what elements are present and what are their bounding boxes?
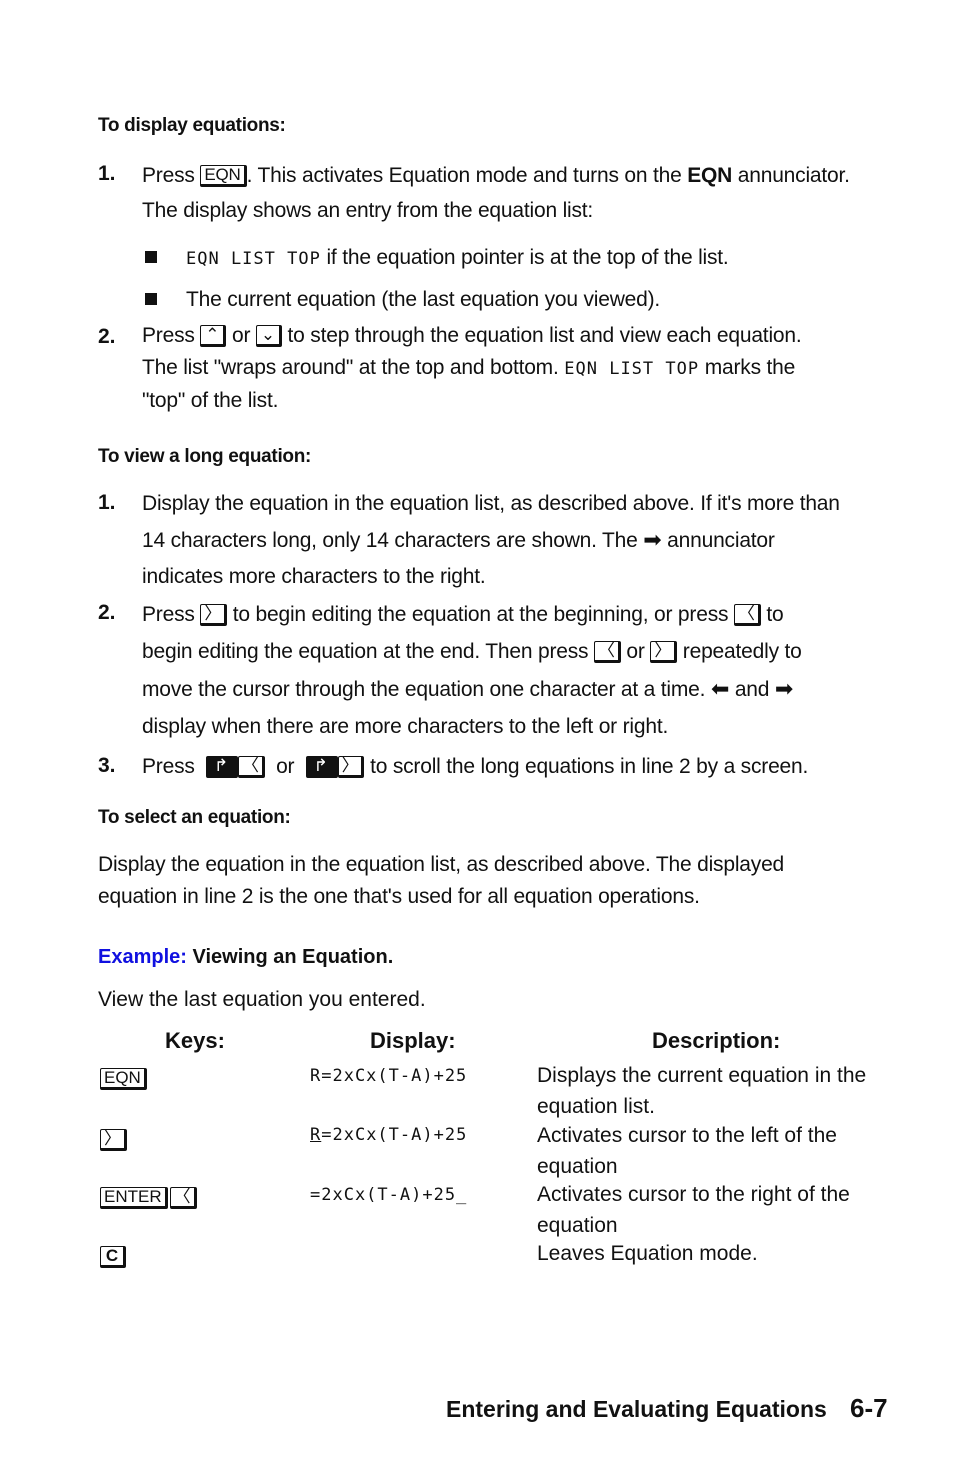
bullet-item: The current equation (the last equation … <box>186 282 946 317</box>
cursor-char: R <box>310 1125 322 1145</box>
description: Activates cursor to the left of the equa… <box>537 1124 837 1178</box>
text: marks the <box>704 356 796 379</box>
text: "top" of the list. <box>142 389 279 412</box>
long-step2: Press 〉 to begin editing the equation at… <box>142 596 902 745</box>
text: Press <box>142 603 195 626</box>
text: move the cursor through the equation one… <box>142 678 706 701</box>
left-arrow-key: 〈 <box>237 756 265 778</box>
section-heading-long: To view a long equation: <box>98 446 312 467</box>
text: if the equation pointer is at the top of… <box>326 246 729 269</box>
bullet-icon <box>145 251 157 263</box>
text: or <box>626 640 645 663</box>
step-number: 1. <box>98 162 116 185</box>
up-arrow-key: ⌃ <box>200 325 227 347</box>
bullet-item: EQN LIST TOP if the equation pointer is … <box>186 240 946 277</box>
step-number: 2. <box>98 325 116 348</box>
step-number: 1. <box>98 491 116 514</box>
shift-key: ↱ <box>305 756 338 778</box>
left-arrow-key: 〈 <box>733 604 761 626</box>
section-heading-select: To select an equation: <box>98 807 291 828</box>
display-step2: Press ⌃ or ⌄ to step through the equatio… <box>142 320 902 417</box>
text: The list "wraps around" at the top and b… <box>142 356 559 379</box>
lcd-text: EQN LIST TOP <box>186 249 321 269</box>
text: to scroll the long equations in line 2 b… <box>370 755 809 778</box>
right-arrow-key: 〉 <box>200 604 228 626</box>
text: 14 characters long, only 14 characters a… <box>142 529 638 552</box>
right-arrow-annunciator-icon: ➡ <box>774 676 794 701</box>
text: to <box>766 603 784 626</box>
text: annunciator. <box>737 164 850 187</box>
right-arrow-key: 〉 <box>100 1129 127 1151</box>
text: to begin editing the equation at the beg… <box>232 603 729 626</box>
example-intro: View the last equation you entered. <box>98 988 426 1011</box>
text: equation in line 2 is the one that's use… <box>98 885 700 908</box>
bullet-icon <box>145 293 157 305</box>
eqn-annunciator: EQN <box>687 164 733 187</box>
text: Display the equation in the equation lis… <box>142 492 840 515</box>
text: annunciator <box>667 529 775 552</box>
select-paragraph: Display the equation in the equation lis… <box>98 849 858 913</box>
text: display when there are more characters t… <box>142 715 669 738</box>
example-label: Example: <box>98 946 187 968</box>
lcd-text: EQN LIST TOP <box>564 359 700 379</box>
enter-key: ENTER <box>100 1187 168 1209</box>
text: and <box>734 678 770 701</box>
footer-chapter-title: Entering and Evaluating Equations <box>446 1396 827 1422</box>
left-arrow-key: 〈 <box>169 1187 197 1209</box>
display-value: =2xCx(T-A)+25_ <box>310 1185 468 1205</box>
display-value: R=2xCx(T-A)+25 <box>310 1066 468 1086</box>
text: The display shows an entry from the equa… <box>142 199 594 222</box>
step-number: 2. <box>98 601 116 624</box>
text: Press <box>142 755 195 778</box>
long-step1: Display the equation in the equation lis… <box>142 486 902 595</box>
clear-key: C <box>100 1246 126 1268</box>
column-header-description: Description: <box>652 1028 781 1053</box>
eqn-key: EQN <box>200 165 247 187</box>
text: Press <box>142 324 195 347</box>
right-arrow-key: 〉 <box>337 756 365 778</box>
section-heading-display: To display equations: <box>98 115 286 136</box>
page-number: 6-7 <box>850 1393 888 1423</box>
right-arrow-annunciator-icon: ➡ <box>643 527 662 552</box>
shift-key: ↱ <box>205 756 238 778</box>
description: Leaves Equation mode. <box>537 1242 758 1265</box>
description: Displays the current equation in the equ… <box>537 1064 867 1118</box>
text: =2xCx(T-A)+25 <box>321 1125 468 1145</box>
text: Press <box>142 164 195 187</box>
step-number: 3. <box>98 754 116 777</box>
left-arrow-annunciator-icon: ⬅ <box>710 676 730 701</box>
description: Activates cursor to the right of the equ… <box>537 1183 850 1237</box>
example-heading: Example: Viewing an Equation. <box>98 946 393 969</box>
text: or <box>276 755 295 778</box>
text: indicates more characters to the right. <box>142 565 486 588</box>
text: to step through the equation list and vi… <box>287 324 802 347</box>
text: begin editing the equation at the end. T… <box>142 640 589 663</box>
text: The current equation (the last equation … <box>186 288 661 311</box>
text: . This activates Equation mode and turns… <box>246 164 682 187</box>
display-value: R=2xCx(T-A)+25 <box>310 1125 467 1145</box>
long-step3: Press ↱ 〈 or ↱ 〉 to scroll the long equati… <box>142 749 902 784</box>
example-title: Viewing an Equation. <box>192 946 394 968</box>
column-header-keys: Keys: <box>165 1028 225 1053</box>
eqn-key: EQN <box>100 1068 147 1090</box>
display-step1: Press EQN. This activates Equation mode … <box>142 158 902 228</box>
text: or <box>231 324 251 347</box>
right-arrow-key: 〉 <box>650 641 678 663</box>
down-arrow-key: ⌄ <box>255 325 282 347</box>
text: repeatedly to <box>682 640 802 663</box>
left-arrow-key: 〈 <box>593 641 621 663</box>
text: Display the equation in the equation lis… <box>98 853 785 876</box>
column-header-display: Display: <box>370 1028 456 1053</box>
